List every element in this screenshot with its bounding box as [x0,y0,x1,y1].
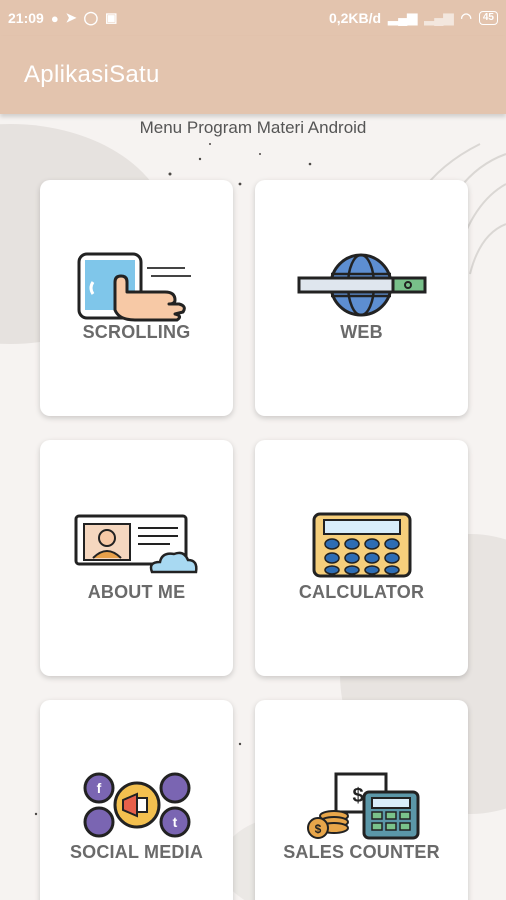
app-bar: AplikasiSatu [0,36,506,114]
menu-card-scrolling[interactable]: SCROLLING [40,180,233,416]
app-title: AplikasiSatu [24,61,160,88]
calculator-icon [312,512,411,578]
signal-icon: ▂▄▆ [424,10,454,25]
status-left: 21:09 ● ➤ ◯ ▣ [8,10,117,26]
social-media-icon: f t [83,772,190,838]
menu-grid: SCROLLING WEB ABOUT ME CALCULATOR f t SO… [40,180,468,900]
status-bar: 21:09 ● ➤ ◯ ▣ 0,2KB/d ▂▄▆ ▂▄▆ ◠ 45 [0,0,506,36]
menu-label-about-me: ABOUT ME [87,582,186,602]
status-time: 21:09 [8,10,44,26]
trash-icon: ▣ [105,10,118,25]
svg-text:$: $ [314,822,321,836]
telegram-icon: ➤ [65,10,77,25]
svg-text:$: $ [352,785,363,807]
svg-text:t: t [172,814,177,830]
menu-label-sales-counter: SALES COUNTER [283,842,440,862]
battery-icon: 45 [478,11,498,25]
menu-label-web: WEB [340,322,383,342]
menu-card-sales-counter[interactable]: $ $ SALES COUNTER [255,700,468,900]
id-card-icon [74,514,198,574]
scrolling-phone-icon [77,252,191,322]
menu-card-social-media[interactable]: f t SOCIAL MEDIA [40,700,233,900]
whatsapp-icon: ◯ [83,10,99,25]
menu-card-web[interactable]: WEB [255,180,468,416]
page-subtitle: Menu Program Materi Android [139,118,367,137]
menu-label-calculator: CALCULATOR [298,582,425,602]
menu-card-calculator[interactable]: CALCULATOR [255,440,468,676]
menu-card-about-me[interactable]: ABOUT ME [40,440,233,676]
messenger-icon: ● [50,10,59,26]
svg-text:f: f [96,780,101,796]
status-right: 0,2KB/d ▂▄▆ ▂▄▆ ◠ 45 [329,10,498,26]
sales-counter-icon: $ $ [306,772,419,840]
network-speed: 0,2KB/d [328,10,382,26]
menu-label-social-media: SOCIAL MEDIA [69,842,204,862]
menu-label-scrolling: SCROLLING [82,322,191,342]
web-globe-icon [297,253,426,317]
wifi-icon: ◠ [460,10,472,25]
signal-icon: ▂▄▆ [388,10,418,25]
